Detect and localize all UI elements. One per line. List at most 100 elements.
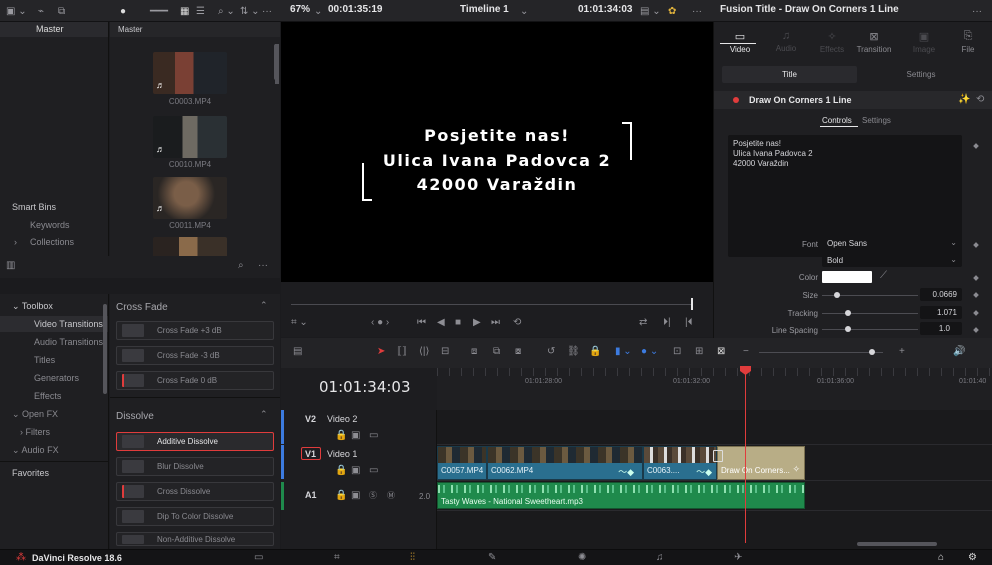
filter-icon[interactable]: ⧉ xyxy=(58,3,65,19)
timeline-name[interactable]: Timeline 1 xyxy=(460,4,509,15)
keyframe-icon[interactable] xyxy=(973,143,979,149)
color-wheel-icon[interactable]: ✿ xyxy=(668,3,676,19)
home-icon[interactable]: ⌂ xyxy=(938,552,944,563)
track-visibility-icon[interactable]: ▭ xyxy=(369,465,378,476)
tree-item-open-fx[interactable]: ⌄ Open FX xyxy=(0,406,108,422)
tree-item-effects[interactable]: Effects xyxy=(0,388,108,404)
snapping-icon[interactable]: ↺ xyxy=(547,346,555,357)
keyframe-icon[interactable] xyxy=(973,310,979,316)
timeline-viewer[interactable]: Posjetite nas! Ulica Ivana Padovca 2 420… xyxy=(275,22,713,282)
tracking-slider-knob[interactable] xyxy=(845,310,851,316)
timeline-view-options-icon[interactable]: ▤ xyxy=(293,346,302,357)
clip-c0063[interactable]: C0063.... 〜◆ xyxy=(643,446,717,480)
timeline-playhead[interactable] xyxy=(745,368,746,543)
timeline-tracks[interactable]: C0057.MP4 C0062.MP4 〜◆ C0063.... 〜◆ Draw O… xyxy=(437,366,992,550)
panel-layout-icon[interactable]: ▥ xyxy=(6,260,15,271)
lock-icon[interactable]: 🔒 xyxy=(335,430,347,441)
master-bin-row[interactable]: Master xyxy=(0,22,108,37)
search-icon[interactable]: ⌕ xyxy=(238,260,244,271)
deliver-page-icon[interactable]: ✈ xyxy=(734,552,742,563)
tree-item-video-transitions[interactable]: Video Transitions xyxy=(0,316,108,332)
tree-item-audio-transitions[interactable]: Audio Transitions xyxy=(0,334,108,350)
keyframe-icon[interactable] xyxy=(973,292,979,298)
color-swatch[interactable] xyxy=(822,271,872,283)
clip-c0057[interactable]: C0057.MP4 xyxy=(437,446,487,480)
font-select[interactable]: Open Sans ⌄ xyxy=(822,237,962,250)
tree-item-audio-fx[interactable]: ⌄ Audio FX xyxy=(0,442,108,458)
audio-clip[interactable]: Tasty Waves - National Sweetheart.mp3 xyxy=(437,482,805,509)
panel-icon[interactable]: ▭ xyxy=(254,552,263,563)
chevron-up-icon[interactable]: ⌃ xyxy=(260,409,268,420)
sort-icon[interactable]: ⇅ ⌄ xyxy=(240,3,260,19)
effect-additive-dissolve[interactable]: Additive Dissolve xyxy=(116,432,274,451)
marker-icon[interactable]: ● ⌄ xyxy=(641,346,658,357)
eyedropper-icon[interactable]: ⟋ xyxy=(880,270,887,281)
fairlight-page-icon[interactable]: ♫ xyxy=(656,552,664,563)
tab-video[interactable]: ▭ Video xyxy=(720,30,760,54)
replace-clip-icon[interactable]: ⧇ xyxy=(515,346,521,357)
track-name-v1[interactable]: Video 1 xyxy=(327,449,357,459)
clip-c0062[interactable]: C0062.MP4 〜◆ xyxy=(487,446,643,480)
enable-toggle-icon[interactable] xyxy=(733,97,739,103)
more-icon[interactable]: ··· xyxy=(692,3,702,19)
slider-icon[interactable]: ━━━ xyxy=(150,3,168,19)
link-icon[interactable]: ⛓ xyxy=(567,346,580,357)
loop-icon[interactable]: ⟲ xyxy=(513,317,521,328)
list-view-icon[interactable]: ☰ xyxy=(196,3,205,19)
effect-blur-dissolve[interactable]: Blur Dissolve xyxy=(116,457,274,476)
tab-transition[interactable]: ⊠ Transition xyxy=(854,30,894,54)
chevron-down-icon[interactable]: ⌄ xyxy=(520,3,528,19)
effect-non-additive-dissolve[interactable]: Non-Additive Dissolve xyxy=(116,532,274,546)
tracking-slider[interactable] xyxy=(822,313,918,314)
solo-icon[interactable]: Ⓢ xyxy=(369,490,377,501)
auto-select-icon[interactable]: ▣ xyxy=(351,465,360,476)
node-header[interactable]: Draw On Corners 1 Line ✨ ⟲ xyxy=(714,91,992,109)
zoom-slider-knob[interactable] xyxy=(869,349,875,355)
clip-thumbnail[interactable]: ♬ xyxy=(153,116,227,158)
link-icon[interactable]: ⌁ xyxy=(38,3,44,19)
scrub-bar[interactable] xyxy=(291,304,693,305)
timeline-ruler[interactable]: 01:01:28:00 01:01:32:00 01:01:36:00 01:0… xyxy=(437,368,992,410)
smart-bin-keywords[interactable]: Keywords xyxy=(30,220,70,230)
zoom-in-icon[interactable]: + xyxy=(899,346,905,357)
effect-cross-fade-plus-3[interactable]: Cross Fade +3 dB xyxy=(116,321,274,340)
dynamic-trim-icon[interactable]: ⟨|⟩ xyxy=(419,346,429,357)
font-style-select[interactable]: Bold ⌄ xyxy=(822,254,962,267)
zoom-full-icon[interactable]: ⊡ xyxy=(673,346,681,357)
size-value[interactable]: 0.0669 xyxy=(920,288,962,301)
tab-file[interactable]: ⎘ File xyxy=(948,30,988,54)
jog-icon[interactable]: ‹ ● › xyxy=(371,317,389,328)
flag-icon[interactable]: ▮ ⌄ xyxy=(615,346,632,357)
step-back-icon[interactable]: ◀ xyxy=(437,317,445,328)
tree-item-filters[interactable]: › Filters xyxy=(0,424,108,440)
tree-item-titles[interactable]: Titles xyxy=(0,352,108,368)
auto-select-icon[interactable]: ▣ xyxy=(351,430,360,441)
stop-icon[interactable]: ■ xyxy=(455,317,461,328)
zoom-detail-icon[interactable]: ⊞ xyxy=(695,346,703,357)
magic-wand-icon[interactable]: ✨ xyxy=(958,94,970,105)
effect-cross-dissolve[interactable]: Cross Dissolve xyxy=(116,482,274,501)
clip-format-icon[interactable]: ▤ ⌄ xyxy=(640,3,661,19)
subtab-title[interactable]: Title xyxy=(722,66,857,83)
subtab-settings[interactable]: Settings xyxy=(857,66,985,83)
effect-cross-fade-minus-3[interactable]: Cross Fade -3 dB xyxy=(116,346,274,365)
clip-title-draw-on-corners[interactable]: Draw On Corners... ✧ xyxy=(717,446,805,480)
tree-item-toolbox[interactable]: ⌄ Toolbox xyxy=(0,298,108,314)
node-tab-controls[interactable]: Controls xyxy=(822,116,852,125)
selection-tool-icon[interactable]: ➤ xyxy=(377,346,385,357)
search-icon[interactable]: ⌕ ⌄ xyxy=(218,3,235,19)
track-name-v2[interactable]: Video 2 xyxy=(327,414,357,424)
smart-bin-collections[interactable]: Collections xyxy=(30,237,74,247)
overwrite-clip-icon[interactable]: ⧉ xyxy=(493,346,500,357)
line-spacing-value[interactable]: 1.0 xyxy=(920,322,962,335)
cut-page-icon[interactable]: ⫶⫶ xyxy=(410,552,415,563)
blade-tool-icon[interactable]: ⊟ xyxy=(441,346,449,357)
go-to-start-icon[interactable]: ⏮ xyxy=(417,317,426,328)
clip-thumbnail[interactable]: ♬ xyxy=(153,177,227,219)
line-spacing-slider-knob[interactable] xyxy=(845,326,851,332)
mark-out-icon[interactable]: |⏴ xyxy=(685,317,693,328)
track-visibility-icon[interactable]: ▭ xyxy=(369,430,378,441)
match-frame-icon[interactable]: ⇄ xyxy=(639,317,647,328)
scrub-playhead[interactable] xyxy=(691,298,693,310)
auto-select-icon[interactable]: ▣ xyxy=(351,490,360,501)
